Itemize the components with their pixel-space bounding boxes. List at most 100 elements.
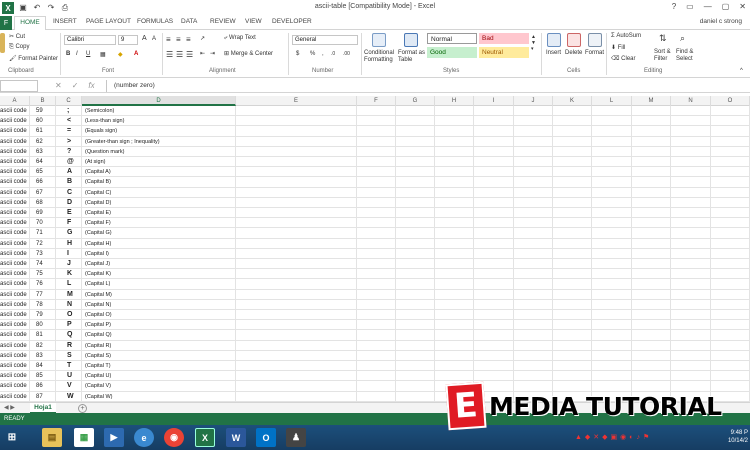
column-header-j[interactable]: J — [514, 96, 553, 106]
cell-c[interactable]: N — [56, 300, 82, 310]
cell-c[interactable]: H — [56, 239, 82, 249]
cell-c[interactable]: K — [56, 269, 82, 279]
cell-c[interactable]: D — [56, 198, 82, 208]
style-neutral[interactable]: Neutral — [479, 47, 529, 58]
minimize-icon[interactable]: — — [704, 2, 712, 11]
cell-a[interactable]: ascii code — [0, 290, 30, 300]
maximize-icon[interactable]: ▢ — [722, 2, 730, 11]
cell-c[interactable]: E — [56, 208, 82, 218]
cell-b[interactable]: 78 — [30, 300, 56, 310]
cell-d[interactable]: (Capital N) — [82, 300, 236, 310]
cell-c[interactable]: F — [56, 218, 82, 228]
cell-b[interactable]: 79 — [30, 310, 56, 320]
cell-c[interactable]: > — [56, 137, 82, 147]
column-header-a[interactable]: A — [0, 96, 30, 106]
middle-align-icon[interactable]: ≡ — [176, 35, 181, 44]
cell-c[interactable]: M — [56, 290, 82, 300]
cell-d[interactable]: (Greater-than sign ; Inequality) — [82, 137, 236, 147]
cell-b[interactable]: 80 — [30, 320, 56, 330]
cell-b[interactable]: 74 — [30, 259, 56, 269]
wrap-text-button[interactable]: ⤶ Wrap Text — [224, 35, 256, 42]
fill-color-icon[interactable]: ◆ — [118, 51, 123, 58]
cell-a[interactable]: ascii code — [0, 126, 30, 136]
tab-review[interactable]: REVIEW — [210, 18, 236, 25]
cell-c[interactable]: R — [56, 341, 82, 351]
insert-function-icon[interactable]: fx — [88, 81, 94, 90]
bottom-align-icon[interactable]: ≡ — [186, 35, 191, 44]
cell-c[interactable]: I — [56, 249, 82, 259]
cell-c[interactable]: ; — [56, 106, 82, 116]
collapse-ribbon-icon[interactable]: ^ — [740, 68, 743, 74]
cell-a[interactable]: ascii code — [0, 279, 30, 289]
cell-a[interactable]: ascii code — [0, 249, 30, 259]
cell-c[interactable]: ? — [56, 147, 82, 157]
delete-cells-button[interactable]: Delete — [565, 50, 582, 56]
cell-b[interactable]: 87 — [30, 392, 56, 402]
tab-insert[interactable]: INSERT — [53, 18, 77, 25]
cell-a[interactable]: ascii code — [0, 392, 30, 402]
conditional-formatting-button[interactable]: Conditional Formatting — [364, 50, 398, 64]
cell-b[interactable]: 75 — [30, 269, 56, 279]
cell-a[interactable]: ascii code — [0, 320, 30, 330]
cell-a[interactable]: ascii code — [0, 116, 30, 126]
cell-a[interactable]: ascii code — [0, 239, 30, 249]
column-header-l[interactable]: L — [592, 96, 632, 106]
cell-b[interactable]: 68 — [30, 198, 56, 208]
merge-center-button[interactable]: ⊞ Merge & Center — [224, 50, 273, 57]
cell-c[interactable]: Q — [56, 330, 82, 340]
cell-a[interactable]: ascii code — [0, 330, 30, 340]
cell-b[interactable]: 83 — [30, 351, 56, 361]
cell-b[interactable]: 69 — [30, 208, 56, 218]
cell-b[interactable]: 60 — [30, 116, 56, 126]
cell-d[interactable]: (Capital D) — [82, 198, 236, 208]
currency-button[interactable]: $ — [296, 51, 299, 57]
cell-d[interactable]: (Capital M) — [82, 290, 236, 300]
column-header-c[interactable]: C — [56, 96, 82, 106]
close-icon[interactable]: ✕ — [739, 2, 746, 11]
cut-button[interactable]: ✂ Cut — [9, 33, 25, 40]
start-icon[interactable]: ⊞ — [2, 428, 22, 447]
cell-a[interactable]: ascii code — [0, 341, 30, 351]
sort-filter-button[interactable]: Sort & Filter — [654, 49, 674, 63]
tab-developer[interactable]: DEVELOPER — [272, 18, 312, 25]
shrink-font-button[interactable]: A — [152, 36, 156, 42]
cell-b[interactable]: 66 — [30, 177, 56, 187]
cell-d[interactable]: (Capital L) — [82, 279, 236, 289]
grow-font-button[interactable]: A — [142, 35, 147, 42]
cell-b[interactable]: 63 — [30, 147, 56, 157]
column-header-o[interactable]: O — [711, 96, 750, 106]
cell-c[interactable]: O — [56, 310, 82, 320]
cell-b[interactable]: 82 — [30, 341, 56, 351]
cell-d[interactable]: (Capital O) — [82, 310, 236, 320]
insert-cells-button[interactable]: Insert — [546, 50, 561, 56]
cell-d[interactable]: (Equals sign) — [82, 126, 236, 136]
chrome-icon[interactable]: ◉ — [164, 428, 184, 447]
cell-c[interactable]: C — [56, 188, 82, 198]
cell-a[interactable]: ascii code — [0, 269, 30, 279]
cell-c[interactable]: < — [56, 116, 82, 126]
format-as-table-button[interactable]: Format as Table — [398, 50, 426, 64]
cell-a[interactable]: ascii code — [0, 198, 30, 208]
tab-home[interactable]: HOME — [14, 16, 46, 31]
cell-b[interactable]: 86 — [30, 381, 56, 391]
enter-icon[interactable]: ✓ — [72, 81, 79, 90]
cell-a[interactable]: ascii code — [0, 228, 30, 238]
cell-d[interactable]: (Capital E) — [82, 208, 236, 218]
column-header-b[interactable]: B — [30, 96, 56, 106]
cell-b[interactable]: 64 — [30, 157, 56, 167]
cell-b[interactable]: 81 — [30, 330, 56, 340]
cell-b[interactable]: 71 — [30, 228, 56, 238]
cell-c[interactable]: = — [56, 126, 82, 136]
cell-c[interactable]: V — [56, 381, 82, 391]
outlook-icon[interactable]: O — [256, 428, 276, 447]
cell-b[interactable]: 76 — [30, 279, 56, 289]
cell-d[interactable]: (Capital G) — [82, 228, 236, 238]
media-player-icon[interactable]: ▶ — [104, 428, 124, 447]
system-tray-icons[interactable]: ▲◆✕◆▣◉◐♪⚑ — [575, 433, 652, 441]
cell-c[interactable]: W — [56, 392, 82, 402]
cell-b[interactable]: 67 — [30, 188, 56, 198]
cell-c[interactable]: P — [56, 320, 82, 330]
borders-icon[interactable]: ▦ — [100, 51, 106, 58]
cell-d[interactable]: (Capital T) — [82, 361, 236, 371]
help-icon[interactable]: ? — [672, 2, 676, 11]
